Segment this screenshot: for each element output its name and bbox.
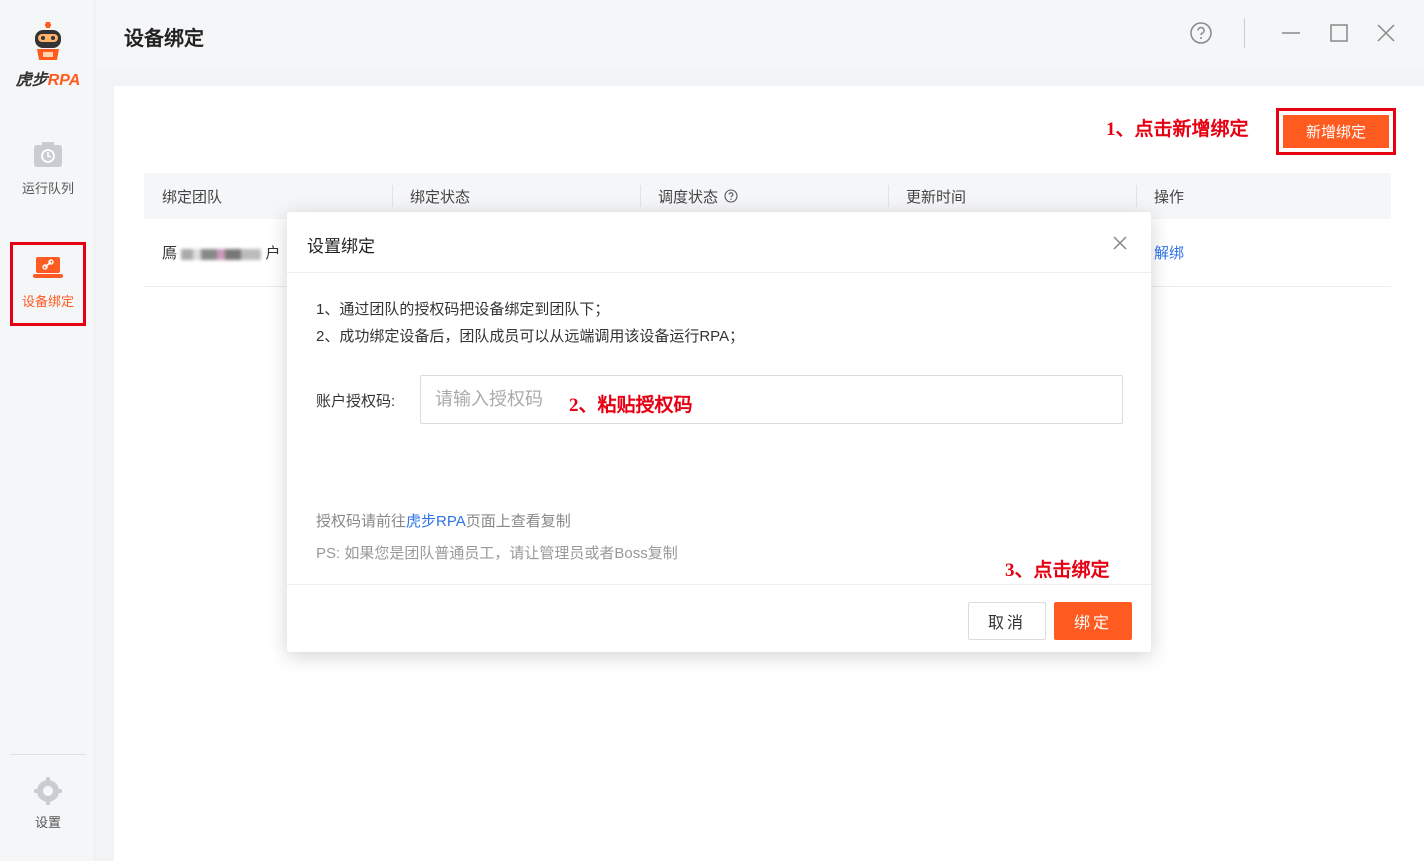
hubu-rpa-link[interactable]: 虎步RPA (406, 513, 466, 530)
page-title: 设备绑定 (124, 28, 204, 50)
sidebar-divider (10, 754, 86, 755)
close-icon[interactable] (1107, 230, 1133, 256)
gear-icon (33, 776, 63, 805)
employee-hint: PS: 如果您是团队普通员工，请让管理员或者Boss复制 (316, 545, 678, 562)
instruction-step: 1、通过团队的授权码把设备绑定到团队下； (316, 301, 610, 318)
add-binding-highlight: 新增绑定 (1276, 108, 1396, 155)
sidebar-item-run-queue[interactable]: 运行队列 (10, 142, 86, 197)
annotation-step-2: 2、粘贴授权码 (569, 395, 693, 416)
dialog-title: 设置绑定 (307, 237, 375, 256)
sidebar-item-label: 设备绑定 (21, 294, 74, 309)
sidebar-item-settings[interactable]: 设置 (10, 776, 86, 831)
close-icon[interactable] (1371, 18, 1401, 48)
column-header-label: 调度状态 (658, 188, 719, 206)
sidebar-item-device-binding[interactable]: 设备绑定 (10, 242, 86, 326)
auth-code-input[interactable] (420, 375, 1123, 424)
minimize-icon[interactable] (1276, 18, 1306, 48)
laptop-link-icon (33, 255, 63, 281)
auth-code-hint: 授权码请前往虎步RPA页面上查看复制 (316, 513, 571, 530)
clock-icon (33, 142, 63, 168)
sidebar: 虎步RPA 运行队列 设备绑定 设置 (0, 0, 95, 861)
auth-code-label: 账户授权码: (316, 393, 396, 410)
annotation-step-1: 1、点击新增绑定 (1106, 119, 1249, 140)
dialog-header: 设置绑定 (287, 212, 1151, 273)
column-header-actions: 操作 (1136, 173, 1391, 219)
annotation-step-3: 3、点击绑定 (1005, 560, 1110, 581)
sidebar-item-label: 设置 (34, 815, 61, 830)
header-divider (1244, 18, 1245, 48)
bind-dialog: 设置绑定 1、通过团队的授权码把设备绑定到团队下； 2、成功绑定设备后，团队成员… (287, 212, 1151, 652)
dialog-instructions: 1、通过团队的授权码把设备绑定到团队下； 2、成功绑定设备后，团队成员可以从远端… (316, 296, 744, 350)
help-circle-icon[interactable] (724, 189, 738, 203)
redacted-text (181, 248, 262, 260)
title-bar: 设备绑定 (96, 0, 1424, 68)
sidebar-item-label: 运行队列 (21, 181, 74, 196)
unbind-link[interactable]: 解绑 (1136, 242, 1391, 263)
instruction-step: 2、成功绑定设备后，团队成员可以从远端调用该设备运行RPA； (316, 328, 745, 345)
cancel-button[interactable]: 取消 (968, 602, 1046, 640)
logo-text: 虎步RPA (15, 72, 81, 89)
robot-mascot-icon (31, 22, 65, 62)
maximize-icon[interactable] (1324, 18, 1354, 48)
bind-button[interactable]: 绑定 (1054, 602, 1132, 640)
help-circle-icon[interactable] (1186, 18, 1216, 48)
dialog-footer: 取消 绑定 (287, 584, 1151, 652)
app-logo[interactable]: 虎步RPA (12, 22, 84, 90)
add-binding-button[interactable]: 新增绑定 (1283, 115, 1389, 148)
